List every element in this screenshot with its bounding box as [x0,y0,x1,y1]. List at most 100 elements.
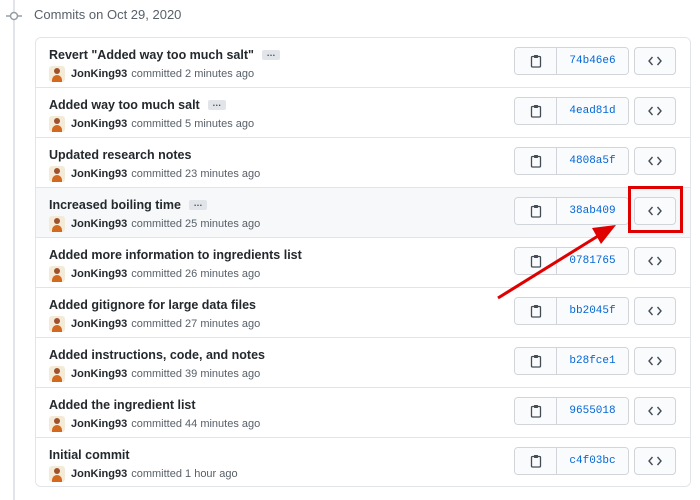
commit-author-link[interactable]: JonKing93 [71,368,127,380]
commit-sha-link[interactable]: 0781765 [557,248,628,274]
commit-title-line: Initial commit [49,447,130,463]
commit-meta: JonKing93 committed 2 minutes ago [49,66,254,82]
code-icon [648,256,662,266]
commit-row: Added more information to ingredients li… [36,238,690,288]
avatar-icon[interactable] [49,316,65,332]
clipboard-icon [530,255,541,268]
commit-message-link[interactable]: Added more information to ingredients li… [49,248,302,262]
code-icon [648,56,662,66]
commit-author-link[interactable]: JonKing93 [71,268,127,280]
commit-author-link[interactable]: JonKing93 [71,318,127,330]
commit-message-link[interactable]: Added gitignore for large data files [49,298,256,312]
commit-row: Added the ingredient list JonKing93 comm… [36,388,690,438]
avatar-icon[interactable] [49,166,65,182]
commit-time: committed 23 minutes ago [131,168,261,180]
commit-author-link[interactable]: JonKing93 [71,68,127,80]
clipboard-icon [530,305,541,318]
commit-sha-link[interactable]: c4f03bc [557,448,628,474]
commit-title-line: Added the ingredient list [49,397,196,413]
copy-sha-button[interactable] [515,348,557,374]
code-icon [648,356,662,366]
browse-repository-button[interactable] [634,247,676,275]
browse-repository-button[interactable] [634,397,676,425]
commit-sha-group: 9655018 [514,397,629,425]
copy-sha-button[interactable] [515,448,557,474]
commit-message-link[interactable]: Revert "Added way too much salt" [49,48,254,62]
commit-message-link[interactable]: Updated research notes [49,148,191,162]
commit-author-link[interactable]: JonKing93 [71,218,127,230]
copy-sha-button[interactable] [515,148,557,174]
commit-sha-link[interactable]: bb2045f [557,298,628,324]
commit-time: committed 25 minutes ago [131,218,261,230]
commit-time: committed 5 minutes ago [131,118,255,130]
commit-message-link[interactable]: Added instructions, code, and notes [49,348,265,362]
commit-message-link[interactable]: Initial commit [49,448,130,462]
commit-message-link[interactable]: Increased boiling time [49,198,181,212]
commit-title-line: Added gitignore for large data files [49,297,256,313]
commit-sha-link[interactable]: 4808a5f [557,148,628,174]
code-icon [648,306,662,316]
browse-repository-button[interactable] [634,147,676,175]
commit-meta: JonKing93 committed 23 minutes ago [49,166,260,182]
commit-time: committed 27 minutes ago [131,318,261,330]
clipboard-icon [530,55,541,68]
copy-sha-button[interactable] [515,298,557,324]
commit-list: Revert "Added way too much salt" … JonKi… [35,37,691,487]
commit-time: committed 1 hour ago [131,468,238,480]
copy-sha-button[interactable] [515,248,557,274]
commit-row: Added way too much salt … JonKing93 comm… [36,88,690,138]
commit-sha-group: b28fce1 [514,347,629,375]
copy-sha-button[interactable] [515,98,557,124]
commit-title-line: Added instructions, code, and notes [49,347,265,363]
commit-sha-link[interactable]: b28fce1 [557,348,628,374]
browse-repository-button[interactable] [634,447,676,475]
browse-repository-button[interactable] [634,297,676,325]
commit-sha-link[interactable]: 74b46e6 [557,48,628,74]
commit-message-link[interactable]: Added the ingredient list [49,398,196,412]
avatar-icon[interactable] [49,266,65,282]
browse-repository-button[interactable] [634,347,676,375]
clipboard-icon [530,205,541,218]
commit-sha-link[interactable]: 9655018 [557,398,628,424]
commit-meta: JonKing93 committed 1 hour ago [49,466,238,482]
commit-time: committed 39 minutes ago [131,368,261,380]
expand-description-button[interactable]: … [207,99,226,110]
clipboard-icon [530,405,541,418]
commit-row: Updated research notes JonKing93 committ… [36,138,690,188]
expand-description-button[interactable]: … [261,49,280,60]
commit-meta: JonKing93 committed 5 minutes ago [49,116,254,132]
commit-author-link[interactable]: JonKing93 [71,418,127,430]
avatar-icon[interactable] [49,466,65,482]
commit-meta: JonKing93 committed 26 minutes ago [49,266,260,282]
commit-author-link[interactable]: JonKing93 [71,118,127,130]
commit-meta: JonKing93 committed 25 minutes ago [49,216,260,232]
commit-time: committed 26 minutes ago [131,268,261,280]
copy-sha-button[interactable] [515,398,557,424]
browse-repository-button[interactable] [634,97,676,125]
copy-sha-button[interactable] [515,48,557,74]
expand-description-button[interactable]: … [188,199,207,210]
browse-repository-button[interactable] [634,47,676,75]
avatar-icon[interactable] [49,216,65,232]
avatar-icon[interactable] [49,366,65,382]
avatar-icon[interactable] [49,66,65,82]
commit-title-line: Added way too much salt … [49,97,226,113]
commit-sha-link[interactable]: 38ab409 [557,198,628,224]
commit-meta: JonKing93 committed 39 minutes ago [49,366,260,382]
commit-message-link[interactable]: Added way too much salt [49,98,200,112]
commit-meta: JonKing93 committed 44 minutes ago [49,416,260,432]
commit-time: committed 44 minutes ago [131,418,261,430]
commit-author-link[interactable]: JonKing93 [71,468,127,480]
commit-sha-group: 38ab409 [514,197,629,225]
commit-sha-link[interactable]: 4ead81d [557,98,628,124]
code-icon [648,106,662,116]
avatar-icon[interactable] [49,416,65,432]
commit-sha-group: c4f03bc [514,447,629,475]
clipboard-icon [530,155,541,168]
commit-row: Added gitignore for large data files Jon… [36,288,690,338]
copy-sha-button[interactable] [515,198,557,224]
commit-row: Increased boiling time … JonKing93 commi… [36,188,690,238]
commit-sha-group: bb2045f [514,297,629,325]
avatar-icon[interactable] [49,116,65,132]
commit-author-link[interactable]: JonKing93 [71,168,127,180]
